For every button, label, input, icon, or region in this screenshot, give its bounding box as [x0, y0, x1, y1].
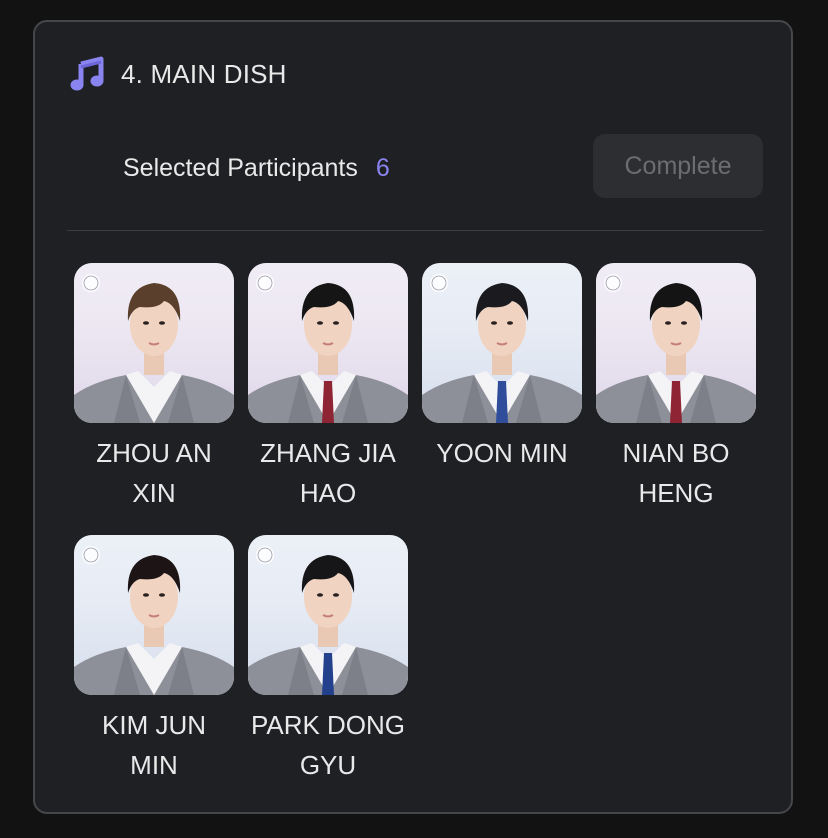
section-header: 4. MAIN DISH	[67, 52, 287, 96]
selected-participants-summary: Selected Participants 6	[123, 148, 390, 188]
main-dish-card: 4. MAIN DISH Selected Participants 6 Com…	[33, 20, 793, 814]
participant-card[interactable]: YOON MIN	[421, 263, 583, 473]
music-note-icon	[67, 54, 107, 94]
participant-name: ZHANG JIA HAO	[260, 438, 396, 508]
participant-photo	[74, 263, 234, 423]
participant-photo	[248, 263, 408, 423]
selected-participants-label: Selected Participants	[123, 153, 358, 182]
selected-participants-count: 6	[375, 153, 390, 182]
participant-photo	[596, 263, 756, 423]
participant-card[interactable]: ZHOU AN XIN	[73, 263, 235, 513]
participant-name: ZHOU AN XIN	[96, 438, 212, 508]
complete-button[interactable]: Complete	[593, 134, 763, 198]
divider	[67, 230, 763, 231]
participant-name: NIAN BO HENG	[622, 438, 730, 508]
section-title: 4. MAIN DISH	[121, 58, 287, 89]
participant-photo	[74, 535, 234, 695]
participant-card[interactable]: PARK DONG GYU	[247, 535, 409, 785]
participant-name: PARK DONG GYU	[250, 710, 406, 780]
participant-card[interactable]: NIAN BO HENG	[595, 263, 757, 513]
participant-photo	[422, 263, 582, 423]
participant-card[interactable]: KIM JUN MIN	[73, 535, 235, 785]
participant-photo	[248, 535, 408, 695]
participant-name: YOON MIN	[436, 438, 568, 468]
participant-name: KIM JUN MIN	[102, 710, 206, 780]
participant-card[interactable]: ZHANG JIA HAO	[247, 263, 409, 513]
